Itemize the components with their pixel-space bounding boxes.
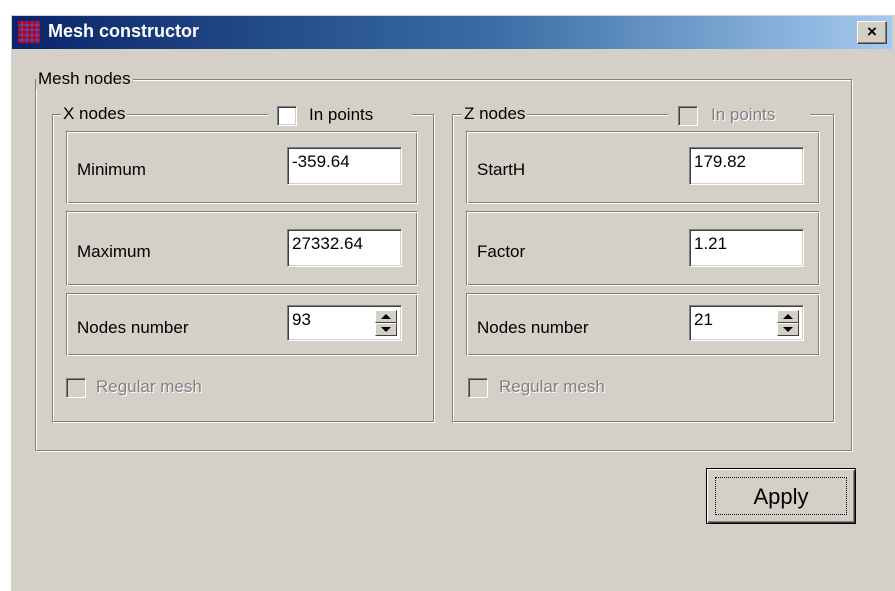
x-nodes-number-label: Nodes number bbox=[77, 318, 189, 337]
arrow-up-icon bbox=[381, 314, 391, 319]
x-nodes-number-up-button[interactable] bbox=[375, 310, 397, 323]
z-regular-mesh-label[interactable]: Regular mesh bbox=[499, 377, 605, 397]
arrow-down-icon bbox=[381, 327, 391, 332]
z-factor-input[interactable]: 1.21 bbox=[689, 229, 804, 267]
z-in-points-checkbox[interactable] bbox=[678, 106, 698, 126]
x-in-points-label[interactable]: In points bbox=[309, 105, 373, 125]
x-nodes-number-stepper[interactable]: 93 bbox=[287, 305, 402, 341]
z-starth-label: StartH bbox=[477, 160, 526, 179]
x-minimum-input[interactable]: -359.64 bbox=[287, 147, 402, 185]
window-title: Mesh constructor bbox=[48, 21, 200, 41]
x-nodes-number-value: 93 bbox=[292, 310, 311, 329]
x-nodes-number-down-button[interactable] bbox=[375, 323, 397, 336]
arrow-up-icon bbox=[783, 314, 793, 319]
apply-button-label: Apply bbox=[715, 477, 847, 515]
x-regular-mesh-label[interactable]: Regular mesh bbox=[96, 377, 202, 397]
x-maximum-input[interactable]: 27332.64 bbox=[287, 229, 402, 267]
grid-icon bbox=[18, 21, 40, 43]
mesh-nodes-label: Mesh nodes bbox=[36, 69, 133, 89]
x-nodes-label: X nodes bbox=[61, 104, 128, 124]
z-nodes-label: Z nodes bbox=[462, 104, 528, 124]
x-maximum-label: Maximum bbox=[77, 242, 151, 261]
z-nodes-number-stepper[interactable]: 21 bbox=[689, 305, 804, 341]
apply-button[interactable]: Apply bbox=[706, 468, 856, 524]
z-nodes-number-up-button[interactable] bbox=[777, 310, 799, 323]
x-minimum-label: Minimum bbox=[77, 160, 146, 179]
z-regular-mesh-checkbox[interactable] bbox=[468, 378, 488, 398]
z-nodes-number-down-button[interactable] bbox=[777, 323, 799, 336]
title-bar[interactable]: Mesh constructor × bbox=[12, 16, 892, 49]
z-in-points-label[interactable]: In points bbox=[711, 105, 775, 125]
close-icon: × bbox=[867, 22, 877, 41]
z-nodes-number-label: Nodes number bbox=[477, 318, 589, 337]
arrow-down-icon bbox=[783, 327, 793, 332]
z-starth-input[interactable]: 179.82 bbox=[689, 147, 804, 185]
x-in-points-checkbox[interactable] bbox=[277, 106, 297, 126]
x-regular-mesh-checkbox[interactable] bbox=[66, 378, 86, 398]
close-button[interactable]: × bbox=[857, 21, 887, 44]
z-nodes-number-value: 21 bbox=[694, 310, 713, 329]
z-factor-label: Factor bbox=[477, 242, 526, 261]
